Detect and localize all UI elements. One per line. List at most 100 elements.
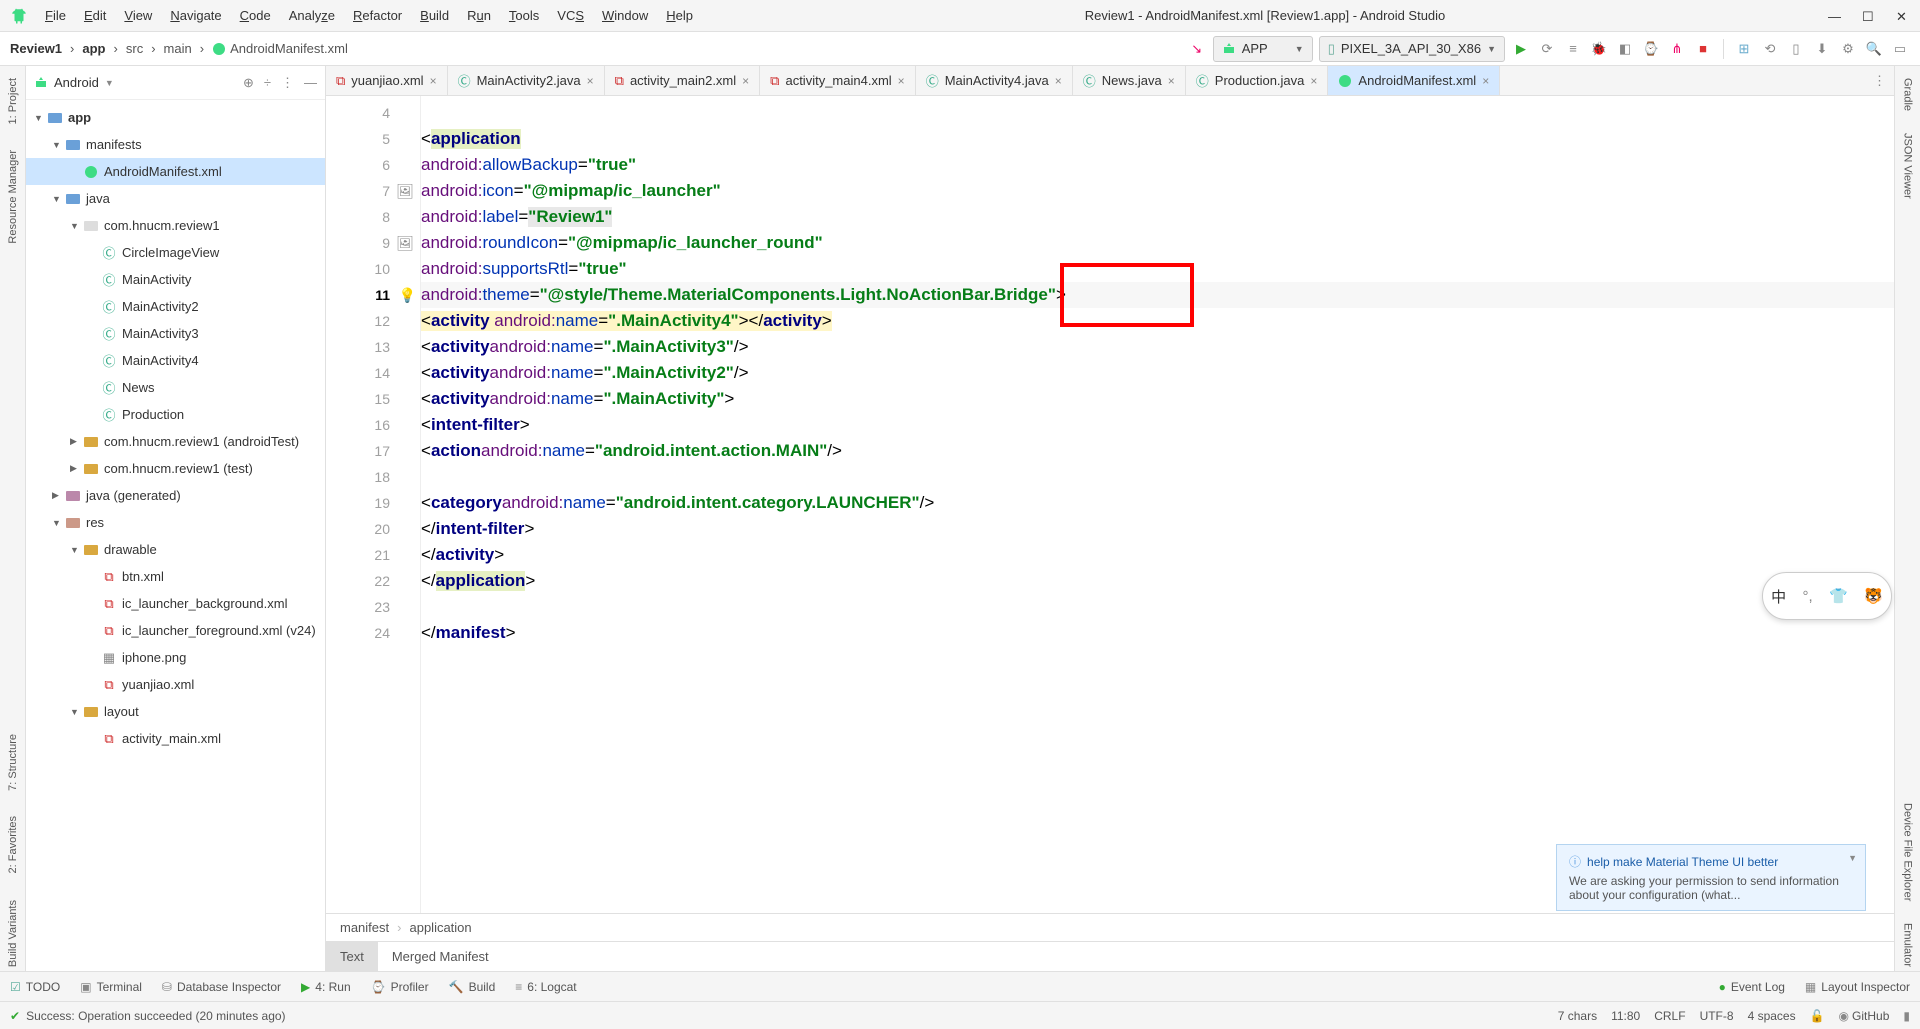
tree-node-drawable[interactable]: ▼drawable xyxy=(26,536,325,563)
menu-run[interactable]: Run xyxy=(458,4,500,27)
code-line[interactable]: android:supportsRtl="true" xyxy=(421,256,1894,282)
right-strip-emulator[interactable]: Emulator xyxy=(1902,919,1914,971)
ime-shirt-icon[interactable]: 👕 xyxy=(1829,587,1848,605)
tree-node-class[interactable]: ⒸMainActivity2 xyxy=(26,293,325,320)
gutter-line[interactable]: 5 xyxy=(326,126,420,152)
close-icon[interactable]: × xyxy=(430,74,437,88)
ime-floating-widget[interactable]: 中 °, 👕 🐯 xyxy=(1762,572,1892,620)
tree-node-class[interactable]: ⒸNews xyxy=(26,374,325,401)
coverage-icon[interactable]: ◧ xyxy=(1615,39,1635,59)
intention-bulb-icon[interactable]: 💡 xyxy=(399,287,416,304)
debug-button[interactable]: 🐞 xyxy=(1589,39,1609,59)
chevron-down-icon[interactable]: ▼ xyxy=(105,78,114,88)
tree-node-manifests[interactable]: ▼manifests xyxy=(26,131,325,158)
editor-tab[interactable]: ⒸMainActivity4.java× xyxy=(916,66,1073,95)
tree-node-layout[interactable]: ▼layout xyxy=(26,698,325,725)
left-strip-project[interactable]: 1: Project xyxy=(7,74,19,128)
code-line[interactable]: android:roundIcon="@mipmap/ic_launcher_r… xyxy=(421,230,1894,256)
code-line[interactable]: <application xyxy=(421,126,1894,152)
ime-punct-icon[interactable]: °, xyxy=(1803,588,1813,605)
status-encoding[interactable]: UTF-8 xyxy=(1700,1009,1734,1023)
tabs-overflow-icon[interactable]: ⋮ xyxy=(1865,66,1894,95)
apply-code-icon[interactable]: ≡ xyxy=(1563,39,1583,59)
code-line[interactable]: android:label="Review1" xyxy=(421,204,1894,230)
gutter-line[interactable]: 15 xyxy=(326,386,420,412)
right-strip-json-viewer[interactable]: JSON Viewer xyxy=(1902,129,1914,203)
left-strip-resource-manager[interactable]: Resource Manager xyxy=(7,146,19,248)
maximize-button[interactable]: ☐ xyxy=(1862,9,1876,23)
gutter-line[interactable]: 18 xyxy=(326,464,420,490)
chevron-down-icon[interactable]: ▼ xyxy=(1848,853,1857,863)
crumb-project[interactable]: Review1 xyxy=(10,41,62,56)
gutter-line[interactable]: 11💡 xyxy=(326,282,420,308)
tool-layout-inspector[interactable]: ▦Layout Inspector xyxy=(1805,980,1910,994)
tree-node-class[interactable]: ⒸMainActivity xyxy=(26,266,325,293)
code-area[interactable]: <application android:allowBackup="true" … xyxy=(421,96,1894,913)
sdk-icon[interactable]: ⬇ xyxy=(1812,39,1832,59)
profiler-icon[interactable]: ⌚ xyxy=(1641,39,1661,59)
code-line-current[interactable]: android:theme="@style/Theme.MaterialComp… xyxy=(421,282,1894,308)
search-icon[interactable]: 🔍 xyxy=(1864,39,1884,59)
menu-file[interactable]: File xyxy=(36,4,75,27)
editor-tab-active[interactable]: AndroidManifest.xml× xyxy=(1328,66,1500,95)
crumb-app[interactable]: app xyxy=(82,41,105,56)
breadcrumb-item[interactable]: manifest xyxy=(340,920,389,935)
code-line[interactable]: android:allowBackup="true" xyxy=(421,152,1894,178)
gutter-line[interactable]: 24 xyxy=(326,620,420,646)
tool-todo[interactable]: ☑TODO xyxy=(10,980,60,994)
gutter-line[interactable]: 9🖼 xyxy=(326,230,420,256)
tree-node-xml[interactable]: ⧉btn.xml xyxy=(26,563,325,590)
code-line[interactable]: <activity android:name=".MainActivity3" … xyxy=(421,334,1894,360)
ime-avatar-icon[interactable]: 🐯 xyxy=(1864,587,1883,605)
device-selector[interactable]: ▯ PIXEL_3A_API_30_X86 ▼ xyxy=(1319,36,1505,62)
nav-breadcrumbs[interactable]: Review1› app› src› main› AndroidManifest… xyxy=(10,41,348,56)
gutter-line[interactable]: 16 xyxy=(326,412,420,438)
close-icon[interactable]: × xyxy=(1055,74,1062,88)
menu-code[interactable]: Code xyxy=(231,4,280,27)
gutter-line[interactable]: 19 xyxy=(326,490,420,516)
tool-database-inspector[interactable]: ⛁Database Inspector xyxy=(162,980,281,994)
status-indent[interactable]: 4 spaces xyxy=(1748,1009,1796,1023)
menu-window[interactable]: Window xyxy=(593,4,657,27)
gutter-line[interactable]: 8 xyxy=(326,204,420,230)
image-marker-icon[interactable]: 🖼 xyxy=(396,235,414,252)
code-line[interactable]: <activity android:name=".MainActivity4">… xyxy=(421,308,1894,334)
close-icon[interactable]: × xyxy=(898,74,905,88)
gutter-line[interactable]: 6 xyxy=(326,152,420,178)
right-strip-gradle[interactable]: Gradle xyxy=(1902,74,1914,115)
menu-analyze[interactable]: Analyze xyxy=(280,4,344,27)
ime-lang-label[interactable]: 中 xyxy=(1771,586,1786,607)
gutter-line[interactable]: 21 xyxy=(326,542,420,568)
close-icon[interactable]: × xyxy=(1310,74,1317,88)
editor-tab[interactable]: ⒸProduction.java× xyxy=(1186,66,1329,95)
crumb-file[interactable]: AndroidManifest.xml xyxy=(230,41,348,56)
tree-node-png[interactable]: ▦iphone.png xyxy=(26,644,325,671)
menu-view[interactable]: View xyxy=(115,4,161,27)
tool-event-log[interactable]: ●Event Log xyxy=(1719,980,1785,994)
tool-logcat[interactable]: ≡6: Logcat xyxy=(515,980,576,994)
minimize-button[interactable]: — xyxy=(1828,9,1842,23)
notification-popup[interactable]: ⓘhelp make Material Theme UI better We a… xyxy=(1556,844,1866,911)
code-line[interactable]: <category android:name="android.intent.c… xyxy=(421,490,1894,516)
editor-tab[interactable]: ⒸMainActivity2.java× xyxy=(448,66,605,95)
status-line-ending[interactable]: CRLF xyxy=(1654,1009,1685,1023)
crumb-src[interactable]: src xyxy=(126,41,143,56)
tool-build[interactable]: 🔨Build xyxy=(449,980,496,994)
tree-node-app[interactable]: ▼app xyxy=(26,104,325,131)
tree-node-java-gen[interactable]: ▶java (generated) xyxy=(26,482,325,509)
tool-run[interactable]: ▶4: Run xyxy=(301,980,351,994)
code-line[interactable]: <intent-filter> xyxy=(421,412,1894,438)
run-button[interactable]: ▶ xyxy=(1511,39,1531,59)
code-line[interactable] xyxy=(421,464,1894,490)
tree-node-xml[interactable]: ⧉activity_main.xml xyxy=(26,725,325,752)
tool-profiler[interactable]: ⌚Profiler xyxy=(371,980,429,994)
code-line[interactable]: </manifest> xyxy=(421,620,1894,646)
pin-icon[interactable]: ↘ xyxy=(1187,39,1207,59)
git-icon[interactable]: ⊞ xyxy=(1734,39,1754,59)
close-icon[interactable]: × xyxy=(1482,74,1489,88)
menu-navigate[interactable]: Navigate xyxy=(161,4,230,27)
code-line[interactable]: <action android:name="android.intent.act… xyxy=(421,438,1894,464)
code-line[interactable]: </activity> xyxy=(421,542,1894,568)
project-mode-label[interactable]: Android xyxy=(54,75,99,90)
settings-icon[interactable]: ⋮ xyxy=(281,75,294,91)
